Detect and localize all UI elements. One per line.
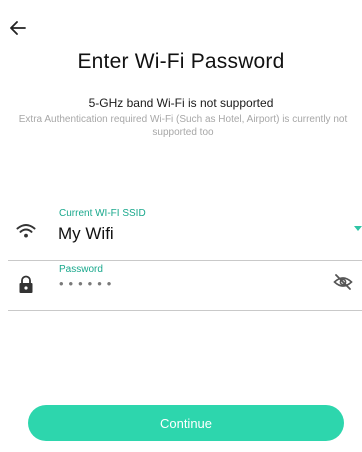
lock-icon bbox=[16, 274, 36, 294]
toggle-password-visibility-button[interactable] bbox=[332, 273, 354, 296]
back-button[interactable] bbox=[6, 18, 30, 42]
ssid-value: My Wifi bbox=[58, 224, 114, 243]
wifi-icon bbox=[16, 221, 36, 241]
page-title: Enter Wi-Fi Password bbox=[77, 50, 285, 73]
authentication-notice: Extra Authentication required Wi-Fi (Suc… bbox=[18, 114, 348, 138]
continue-button[interactable]: Continue bbox=[28, 405, 344, 441]
arrow-left-icon bbox=[10, 20, 26, 40]
ssid-label: Current WI-FI SSID bbox=[59, 208, 146, 219]
eye-off-icon bbox=[333, 273, 353, 296]
ssid-field[interactable]: Current WI-FI SSID My Wifi bbox=[8, 204, 362, 261]
password-label: Password bbox=[59, 264, 103, 275]
caret-down-icon[interactable] bbox=[354, 226, 362, 231]
password-field[interactable]: Password •••••• bbox=[8, 262, 362, 311]
password-input[interactable]: •••••• bbox=[59, 276, 116, 291]
band-notice: 5-GHz band Wi-Fi is not supported bbox=[88, 96, 274, 110]
